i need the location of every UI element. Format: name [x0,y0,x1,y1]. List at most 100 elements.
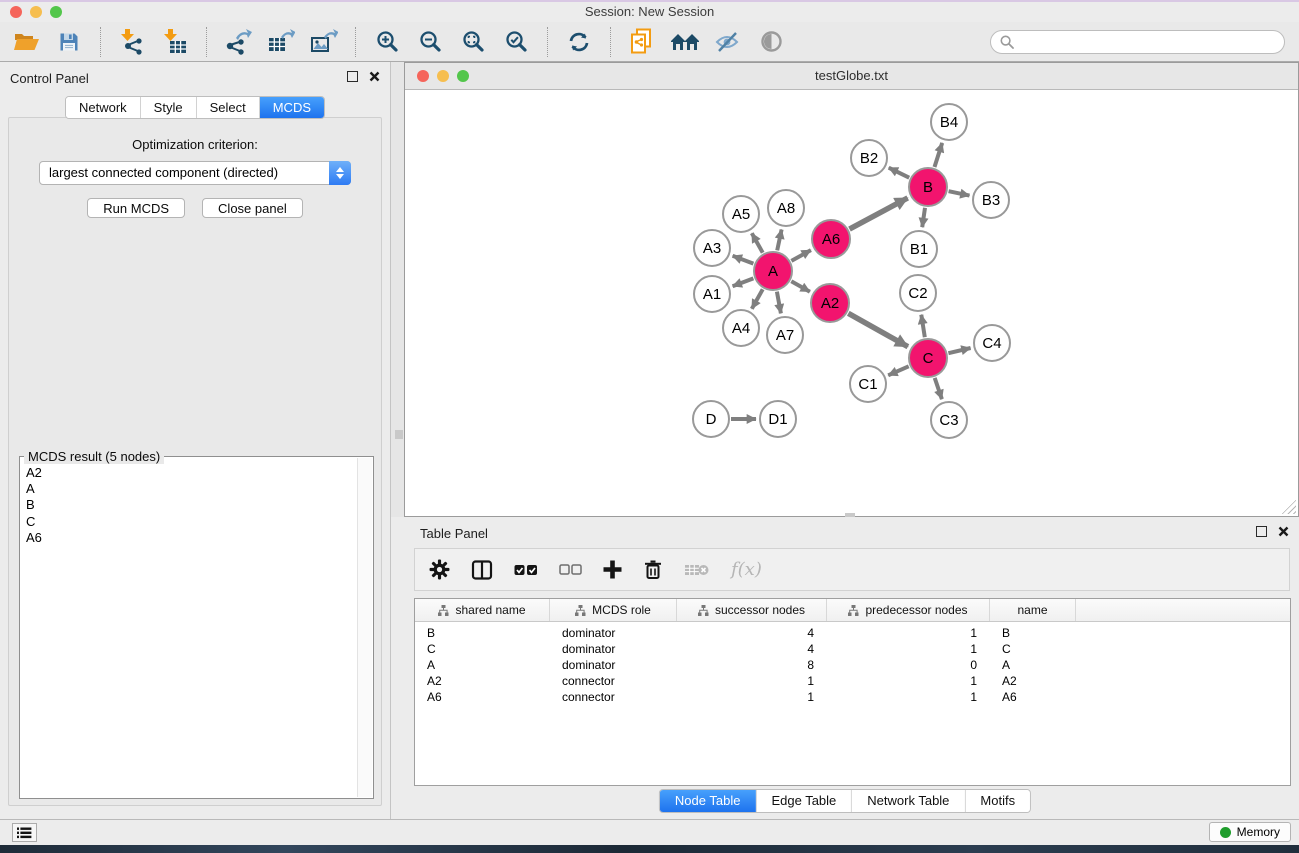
tab-motifs[interactable]: Motifs [965,790,1030,812]
graph-node-A4[interactable]: A4 [722,309,760,347]
help-home-icon[interactable] [669,26,701,58]
network-canvas[interactable]: AA1A2A3A4A5A6A7A8BB1B2B3B4CC1C2C3C4DD1 [405,90,1298,516]
graph-node-B[interactable]: B [908,167,948,207]
cell[interactable]: dominator [550,641,677,657]
column-header-predecessor-nodes[interactable]: predecessor nodes [827,599,990,621]
open-file-icon[interactable] [10,26,42,58]
graph-node-A2[interactable]: A2 [810,283,850,323]
tab-node-table[interactable]: Node Table [660,790,757,812]
network-window-titlebar[interactable]: testGlobe.txt [405,63,1298,90]
zoom-fit-icon[interactable] [457,26,489,58]
cell[interactable]: 1 [827,689,990,705]
search-box[interactable] [990,30,1285,54]
column-header-MCDS-role[interactable]: MCDS role [550,599,677,621]
cell[interactable]: A2 [415,673,550,689]
close-window-button[interactable] [10,6,22,18]
cell[interactable]: 8 [677,657,827,673]
cell[interactable]: A [990,657,1076,673]
import-network-icon[interactable] [116,26,148,58]
tab-network-table[interactable]: Network Table [852,790,965,812]
cell[interactable]: 0 [827,657,990,673]
graph-node-B2[interactable]: B2 [850,139,888,177]
memory-button[interactable]: Memory [1209,822,1291,842]
table-row[interactable]: Bdominator41B [415,625,1290,641]
window-controls[interactable] [10,6,62,18]
column-header-shared-name[interactable]: shared name [415,599,550,621]
save-session-icon[interactable] [53,26,85,58]
cell[interactable]: C [990,641,1076,657]
cell[interactable]: dominator [550,625,677,641]
duplicate-network-icon[interactable] [626,26,658,58]
graph-node-D[interactable]: D [692,400,730,438]
table-header-row[interactable]: shared nameMCDS rolesuccessor nodesprede… [415,599,1290,622]
cell[interactable]: A2 [990,673,1076,689]
table-options-icon[interactable] [429,559,450,580]
cell[interactable]: A [415,657,550,673]
graph-node-D1[interactable]: D1 [759,400,797,438]
cell[interactable]: 4 [677,625,827,641]
optimization-criterion-select[interactable]: largest connected component (directed) [39,161,351,185]
graph-node-B4[interactable]: B4 [930,103,968,141]
hide-graphics-details-icon[interactable] [712,26,744,58]
table-row[interactable]: Cdominator41C [415,641,1290,657]
table-row[interactable]: A6connector11A6 [415,689,1290,705]
float-panel-icon[interactable] [347,71,358,82]
cell[interactable]: connector [550,689,677,705]
graph-node-A[interactable]: A [753,251,793,291]
tab-style[interactable]: Style [141,97,197,118]
export-image-icon[interactable] [308,26,340,58]
cell[interactable]: connector [550,673,677,689]
cell[interactable]: dominator [550,657,677,673]
run-mcds-button[interactable]: Run MCDS [87,198,185,218]
graph-node-C3[interactable]: C3 [930,401,968,439]
graph-node-A5[interactable]: A5 [722,195,760,233]
float-table-panel-icon[interactable] [1256,526,1267,537]
result-item[interactable]: A6 [26,530,357,546]
node-table[interactable]: shared nameMCDS rolesuccessor nodesprede… [414,598,1291,786]
graph-node-A1[interactable]: A1 [693,275,731,313]
search-input[interactable] [1020,33,1275,50]
close-table-panel-icon[interactable] [1278,526,1289,537]
graph-node-C[interactable]: C [908,338,948,378]
result-scrollbar[interactable] [357,458,372,797]
graph-node-C1[interactable]: C1 [849,365,887,403]
tab-edge-table[interactable]: Edge Table [756,790,852,812]
graph-node-C4[interactable]: C4 [973,324,1011,362]
cell[interactable]: A6 [415,689,550,705]
add-row-icon[interactable] [603,560,622,579]
graph-node-A8[interactable]: A8 [767,189,805,227]
delete-table-icon[interactable] [684,562,710,578]
result-item[interactable]: A2 [26,465,357,481]
cell[interactable]: B [415,625,550,641]
cell[interactable]: 4 [677,641,827,657]
export-network-icon[interactable] [222,26,254,58]
cell[interactable]: 1 [827,625,990,641]
delete-row-icon[interactable] [643,559,663,580]
graph-node-A3[interactable]: A3 [693,229,731,267]
cell[interactable]: A6 [990,689,1076,705]
select-all-rows-icon[interactable] [514,563,538,577]
zoom-in-icon[interactable] [371,26,403,58]
cell[interactable]: 1 [827,673,990,689]
graph-node-A6[interactable]: A6 [811,219,851,259]
tab-network[interactable]: Network [66,97,141,118]
network-minimize-button[interactable] [437,70,449,82]
zoom-out-icon[interactable] [414,26,446,58]
network-close-button[interactable] [417,70,429,82]
table-row[interactable]: Adominator80A [415,657,1290,673]
result-item[interactable]: C [26,514,357,530]
function-builder-icon[interactable]: f(x) [731,559,762,580]
zoom-window-button[interactable] [50,6,62,18]
tab-select[interactable]: Select [197,97,260,118]
cell[interactable]: C [415,641,550,657]
cell[interactable]: 1 [827,641,990,657]
cell[interactable]: B [990,625,1076,641]
result-item[interactable]: B [26,497,357,513]
graph-node-C2[interactable]: C2 [899,274,937,312]
export-table-icon[interactable] [265,26,297,58]
graph-node-B3[interactable]: B3 [972,181,1010,219]
graph-node-B1[interactable]: B1 [900,230,938,268]
tab-mcds[interactable]: MCDS [260,97,324,118]
close-panel-icon[interactable] [369,71,380,82]
import-table-icon[interactable] [159,26,191,58]
